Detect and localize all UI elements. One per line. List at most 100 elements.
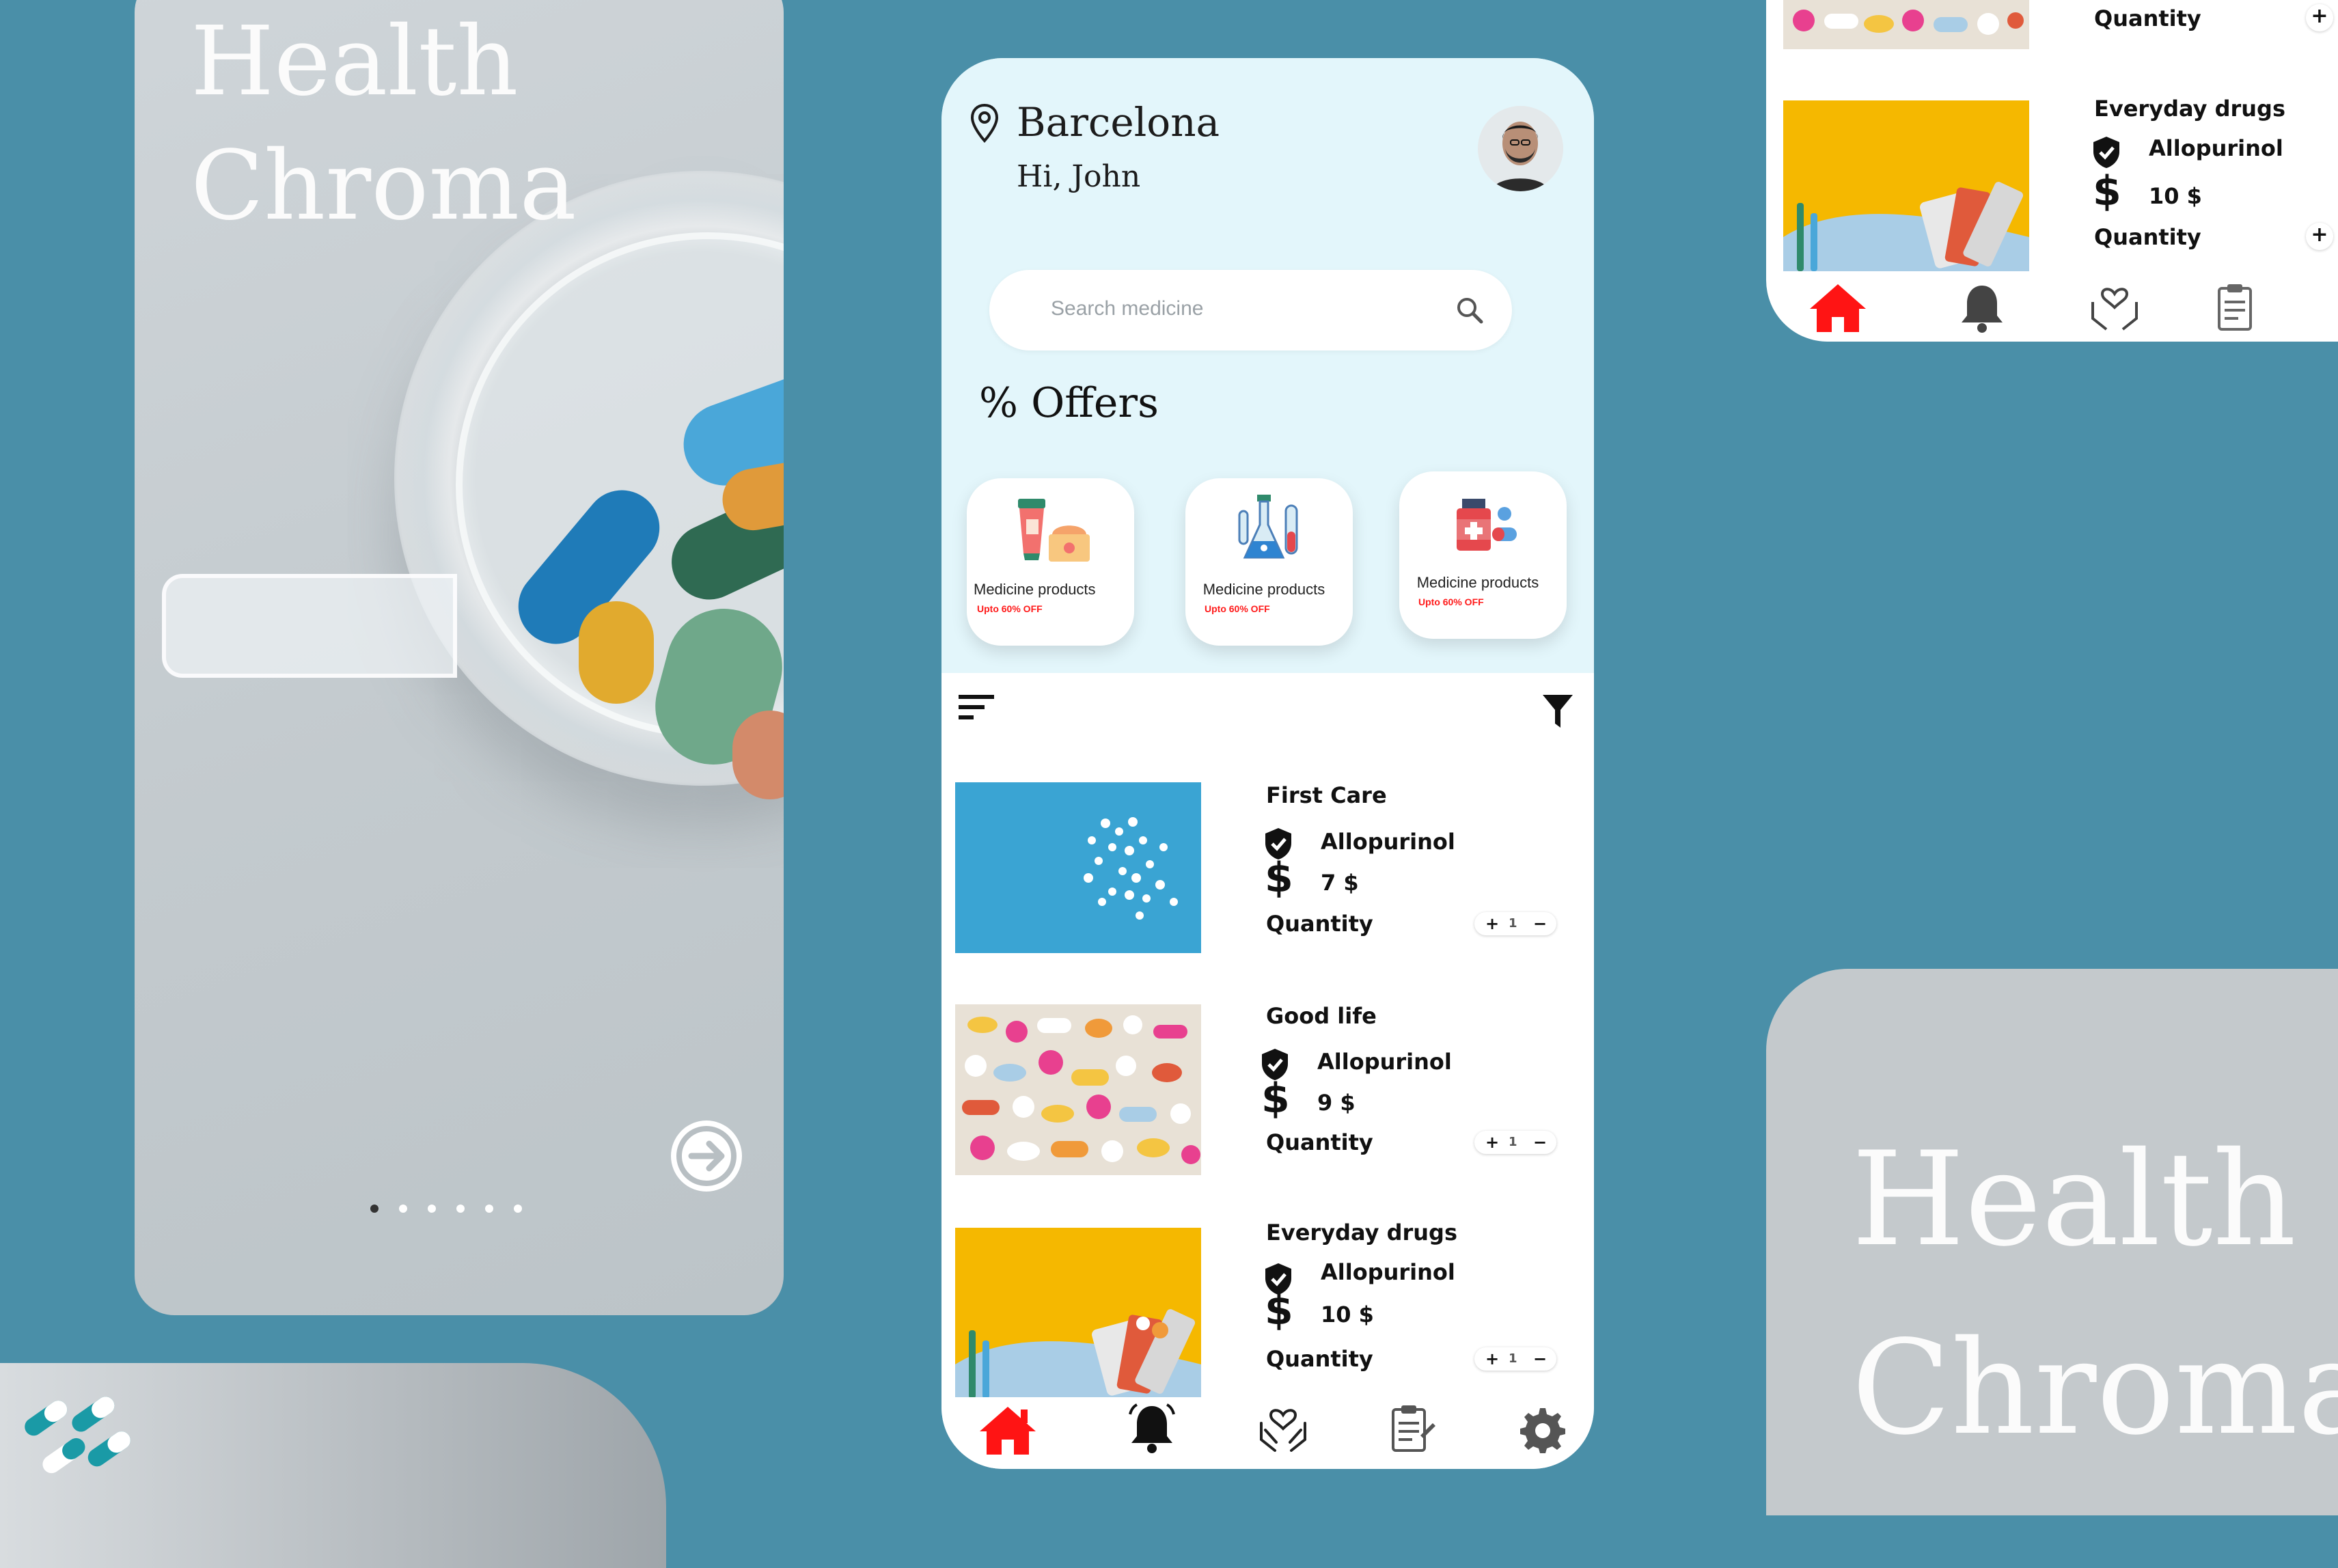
filter-icon[interactable] [1541,693,1574,729]
quantity-value: 1 [1509,1135,1517,1149]
title-line-1: Health [1852,1124,2296,1275]
home-icon[interactable] [1807,280,1869,335]
plus-button[interactable]: + [1485,1349,1499,1368]
page-dot[interactable] [399,1205,407,1213]
quantity-stepper[interactable]: + 1 − [1474,1131,1556,1154]
offer-card[interactable]: Medicine products Upto 60% OFF [1399,471,1567,639]
app-title: Health Chroma [191,0,577,249]
plus-button[interactable]: + [2306,223,2333,250]
splash-preview-card: Health Chroma [1766,969,2338,1515]
header-section: Barcelona Hi, John Search medicine % Off… [941,58,1594,673]
offer-name: Medicine products [1202,581,1325,598]
quantity-stepper[interactable]: + 1 − [1474,912,1556,935]
search-icon[interactable] [1454,294,1485,326]
quantity-label: Quantity [1266,1346,1373,1372]
plus-button[interactable]: + [1485,914,1499,933]
arrow-right-icon [676,1126,737,1186]
shield-check-icon [2093,137,2119,168]
bottom-nav [941,1397,1594,1469]
clipboard-icon[interactable] [1388,1403,1437,1455]
heart-hands-icon[interactable] [2087,281,2142,333]
dollar-icon: $ [1265,854,1293,902]
quantity-label: Quantity [2094,5,2201,31]
page-dot[interactable] [456,1205,465,1213]
gear-icon[interactable] [1519,1405,1567,1453]
avatar[interactable] [1478,106,1563,191]
offers-title: Offers [1031,379,1159,427]
offer-name: Medicine products [1416,574,1539,591]
product-image[interactable] [1783,0,2029,49]
search-input[interactable]: Search medicine [1051,297,1203,320]
pill [732,711,784,799]
cart-preview-card: Quantity + Everyday drugs Allopurinol $ … [1766,0,2338,342]
product-brand: Everyday drugs [1266,1220,1457,1246]
plus-button[interactable]: + [1485,1133,1499,1152]
title-line-2: Chroma [191,130,577,242]
percent-icon: % [979,379,1019,427]
pill [579,601,654,704]
quantity-stepper[interactable]: + 1 − [1474,1347,1556,1371]
product-image[interactable] [955,1228,1201,1399]
mixed-pills-photo [955,1004,1201,1175]
dollar-icon: $ [2093,167,2121,215]
quantity-value: 1 [1509,916,1517,931]
sort-icon[interactable] [959,693,996,721]
offer-name: Medicine products [974,581,1096,598]
location-pin-icon [970,103,999,143]
product-image[interactable] [1783,100,2029,271]
everyday-drugs-photo [955,1228,1201,1399]
pills-photo [955,782,1201,953]
page-indicator [370,1202,542,1215]
product-price: 10 $ [1321,1302,1374,1328]
minus-button[interactable]: − [1533,1133,1547,1152]
bell-icon[interactable] [1955,280,2009,335]
home-icon[interactable] [977,1403,1039,1457]
glass-handle [162,574,457,678]
minus-button[interactable]: − [1533,914,1547,933]
offer-discount: Upto 60% OFF [977,603,1043,614]
bottom-nav [1766,280,2338,342]
offers-heading: % Offers [979,379,1159,427]
offer-card[interactable]: Medicine products Upto 60% OFF [967,478,1134,646]
lab-flask-icon [1238,495,1298,559]
product-brand: First Care [1266,782,1387,808]
product-price: 10 $ [2149,183,2202,209]
quantity-label: Quantity [2094,224,2201,250]
bell-icon[interactable] [1125,1401,1179,1455]
quantity-label: Quantity [1266,1129,1373,1155]
search-bar[interactable]: Search medicine [989,270,1512,350]
product-price: 9 $ [1317,1090,1356,1116]
offer-discount: Upto 60% OFF [1418,596,1484,607]
phone-screen: Barcelona Hi, John Search medicine % Off… [941,58,1594,1469]
drug-name: Allopurinol [1321,829,1455,855]
greeting-text: Hi, John [1017,159,1141,194]
splash-screen: Health Chroma [135,0,784,1315]
minus-button[interactable]: − [1533,1349,1547,1368]
next-arrow-button[interactable] [671,1120,742,1192]
clipboard-icon[interactable] [2214,281,2263,333]
product-image[interactable] [955,1004,1201,1175]
page-dot[interactable] [485,1205,493,1213]
product-brand: Everyday drugs [2094,96,2285,122]
offer-discount: Upto 60% OFF [1205,603,1270,614]
heart-hands-icon[interactable] [1256,1403,1310,1455]
user-photo [1478,106,1563,191]
location-label[interactable]: Barcelona [1017,99,1220,146]
page-dot[interactable] [514,1205,522,1213]
page-dot[interactable] [370,1205,379,1213]
drug-name: Allopurinol [1321,1259,1455,1285]
product-brand: Good life [1266,1003,1377,1029]
quantity-label: Quantity [1266,911,1373,937]
plus-button[interactable]: + [2306,4,2333,31]
cosmetics-icon [1018,499,1090,562]
dollar-icon: $ [1261,1075,1290,1123]
offer-card[interactable]: Medicine products Upto 60% OFF [1185,478,1353,646]
medicine-kit-icon [1457,499,1517,551]
drug-name: Allopurinol [2149,135,2283,161]
quantity-value: 1 [1509,1351,1517,1366]
page-dot[interactable] [428,1205,436,1213]
title-line-2: Chroma [1852,1312,2338,1463]
capsules-image [25,1397,130,1474]
app-title: Health Chroma [1852,1105,2338,1482]
product-image[interactable] [955,782,1201,953]
